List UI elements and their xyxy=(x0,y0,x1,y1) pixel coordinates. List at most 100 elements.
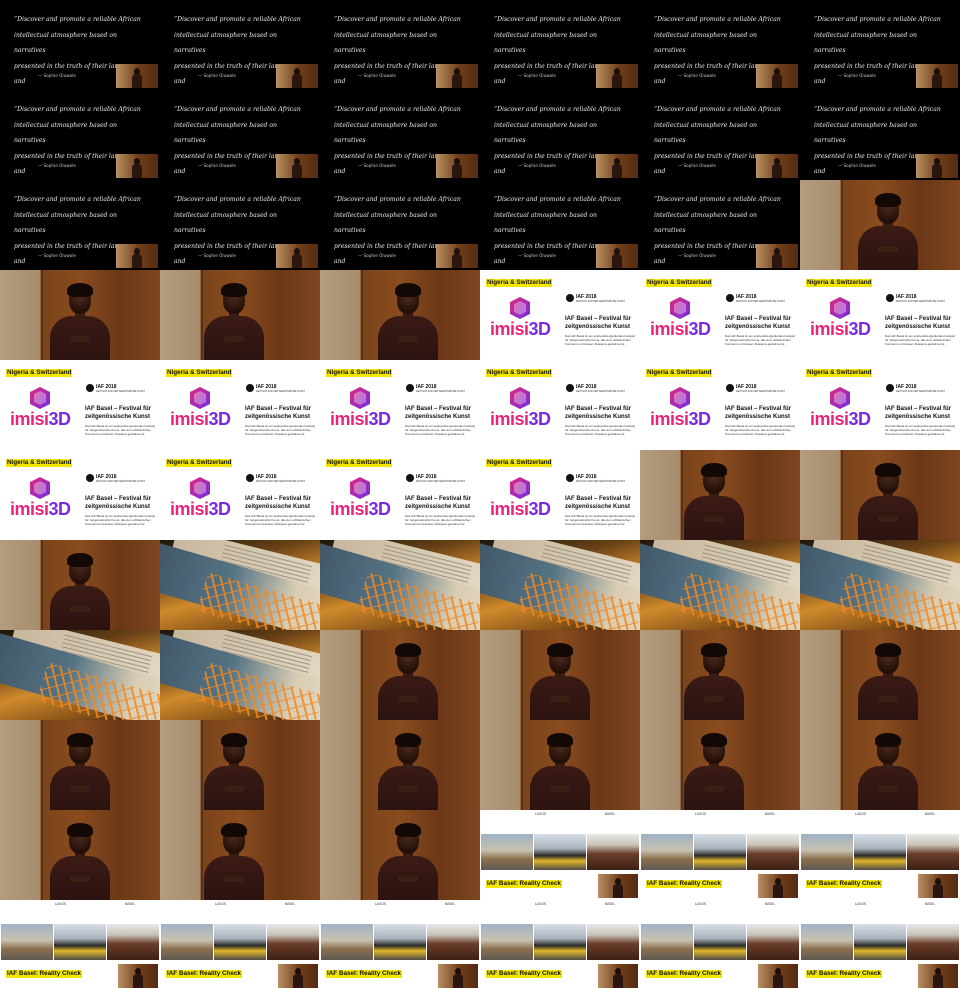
imisi-slide-tile: Nigeria & Switzerland imisi3D IAF 2018 F… xyxy=(160,360,320,450)
speaker-inset xyxy=(438,964,478,988)
brochure-closeup-tile xyxy=(320,540,480,630)
reality-check-slide-tile: LAGOS BASEL IAF Basel: Reality Check xyxy=(480,900,640,990)
imisi-logo-icon xyxy=(830,387,850,409)
slide-title: IAF Basel: Reality Check xyxy=(646,970,722,978)
quote-author: — Sophie Oluwole xyxy=(518,73,556,78)
iaf-logo-icon xyxy=(406,474,414,482)
city-label-lagos: LAGOS xyxy=(375,902,386,906)
iaf-logo-icon xyxy=(726,384,734,392)
slide-tag: Nigeria & Switzerland xyxy=(326,459,393,467)
slide-tag: Nigeria & Switzerland xyxy=(806,279,873,287)
iaf-title: IAF Basel – Festival für zeitgenössische… xyxy=(565,496,632,510)
city-photo xyxy=(161,924,213,960)
slide-tag: Nigeria & Switzerland xyxy=(646,369,713,377)
imisi-slide-tile: Nigeria & Switzerland imisi3D IAF 2018 F… xyxy=(800,270,960,360)
speaker-inset xyxy=(116,64,158,88)
speaker-figure xyxy=(378,823,438,900)
imisi-logo-icon xyxy=(830,297,850,319)
imisi-logo-text: imisi3D xyxy=(490,409,551,429)
speaker-inset xyxy=(756,64,798,88)
city-photo xyxy=(694,834,746,870)
quote-author: — Sophie Oluwole xyxy=(678,73,716,78)
quote-slide-tile: “Discover and promote a reliable African… xyxy=(640,180,800,270)
iaf-subtitle: FESTIVAL FOR ZEITGENÖSSISCHE KUNST xyxy=(896,300,945,303)
city-label-basel: BASEL xyxy=(925,812,936,816)
speaker-inset xyxy=(756,154,798,178)
quote-author: — Sophie Oluwole xyxy=(518,163,556,168)
reality-check-slide-tile: LAGOS BASEL IAF Basel: Reality Check xyxy=(480,810,640,900)
speaker-figure xyxy=(378,643,438,720)
quote-slide-tile: “Discover and promote a reliable African… xyxy=(0,90,160,180)
slide-tag: Nigeria & Switzerland xyxy=(646,279,713,287)
quote-slide-tile: “Discover and promote a reliable African… xyxy=(800,0,960,90)
iaf-subtitle: FESTIVAL FOR ZEITGENÖSSISCHE KUNST xyxy=(96,480,145,483)
slide-title: IAF Basel: Reality Check xyxy=(486,880,562,888)
city-photo xyxy=(801,834,853,870)
iaf-title: IAF Basel – Festival für zeitgenössische… xyxy=(85,496,152,510)
reality-check-slide-tile: LAGOS BASEL IAF Basel: Reality Check xyxy=(160,900,320,990)
iaf-logo-icon xyxy=(246,384,254,392)
speaker-figure xyxy=(132,68,142,88)
speaker-shot-tile xyxy=(480,630,640,720)
city-photo xyxy=(907,834,959,870)
city-label-lagos: LAGOS xyxy=(535,812,546,816)
speaker-shot-tile xyxy=(640,630,800,720)
speaker-shot-tile xyxy=(640,450,800,540)
iaf-logo-icon xyxy=(886,384,894,392)
iaf-title: IAF Basel – Festival für zeitgenössische… xyxy=(885,406,952,420)
iaf-body: Das IAF Basel ist ein spartenübergreifen… xyxy=(85,424,155,436)
speaker-figure xyxy=(452,68,462,88)
city-label-basel: BASEL xyxy=(285,902,296,906)
imisi-logo-icon xyxy=(190,387,210,409)
city-photo xyxy=(534,834,586,870)
city-photo xyxy=(321,924,373,960)
slide-title: IAF Basel: Reality Check xyxy=(646,880,722,888)
slide-tag: Nigeria & Switzerland xyxy=(486,369,553,377)
speaker-shot-tile xyxy=(800,720,960,810)
speaker-figure xyxy=(612,248,622,268)
speaker-inset xyxy=(276,244,318,268)
imisi-logo-text: imisi3D xyxy=(170,409,231,429)
city-label-lagos: LAGOS xyxy=(215,902,226,906)
quote-author: — Sophie Oluwole xyxy=(838,73,876,78)
imisi-logo-icon xyxy=(190,477,210,499)
quote-slide-tile: “Discover and promote a reliable African… xyxy=(0,0,160,90)
speaker-figure xyxy=(772,248,782,268)
iaf-body: Das IAF Basel ist ein spartenübergreifen… xyxy=(565,334,635,346)
speaker-figure xyxy=(378,283,438,360)
imisi-logo-icon xyxy=(350,387,370,409)
city-photo xyxy=(854,924,906,960)
quote-slide-tile: “Discover and promote a reliable African… xyxy=(320,90,480,180)
quote-slide-tile: “Discover and promote a reliable African… xyxy=(480,0,640,90)
iaf-subtitle: FESTIVAL FOR ZEITGENÖSSISCHE KUNST xyxy=(576,390,625,393)
speaker-inset xyxy=(758,964,798,988)
city-label-basel: BASEL xyxy=(925,902,936,906)
speaker-figure xyxy=(292,248,302,268)
speaker-figure xyxy=(932,158,942,178)
speaker-figure xyxy=(204,733,264,810)
imisi-slide-tile: Nigeria & Switzerland imisi3D IAF 2018 F… xyxy=(320,360,480,450)
iaf-title: IAF Basel – Festival für zeitgenössische… xyxy=(565,316,632,330)
speaker-shot-tile xyxy=(320,720,480,810)
quote-slide-tile: “Discover and promote a reliable African… xyxy=(160,180,320,270)
reality-check-slide-tile: LAGOS BASEL IAF Basel: Reality Check xyxy=(640,900,800,990)
imisi-logo-text: imisi3D xyxy=(170,499,231,519)
quote-author: — Sophie Oluwole xyxy=(358,73,396,78)
city-label-lagos: LAGOS xyxy=(695,812,706,816)
city-label-basel: BASEL xyxy=(445,902,456,906)
iaf-subtitle: FESTIVAL FOR ZEITGENÖSSISCHE KUNST xyxy=(896,390,945,393)
iaf-logo-icon xyxy=(86,384,94,392)
brochure-closeup-tile xyxy=(0,630,160,720)
speaker-shot-tile xyxy=(320,810,480,900)
speaker-shot-tile xyxy=(0,720,160,810)
quote-slide-tile: “Discover and promote a reliable African… xyxy=(640,90,800,180)
speaker-inset xyxy=(756,244,798,268)
reality-check-slide-tile: LAGOS BASEL IAF Basel: Reality Check xyxy=(800,900,960,990)
slide-title: IAF Basel: Reality Check xyxy=(326,970,402,978)
quote-author: — Sophie Oluwole xyxy=(198,253,236,258)
quote-author: — Sophie Oluwole xyxy=(38,163,76,168)
iaf-body: Das IAF Basel ist ein spartenübergreifen… xyxy=(725,334,795,346)
speaker-figure xyxy=(858,463,918,540)
imisi-slide-tile: Nigeria & Switzerland imisi3D IAF 2018 F… xyxy=(800,360,960,450)
imisi-slide-tile: Nigeria & Switzerland imisi3D IAF 2018 F… xyxy=(320,450,480,540)
